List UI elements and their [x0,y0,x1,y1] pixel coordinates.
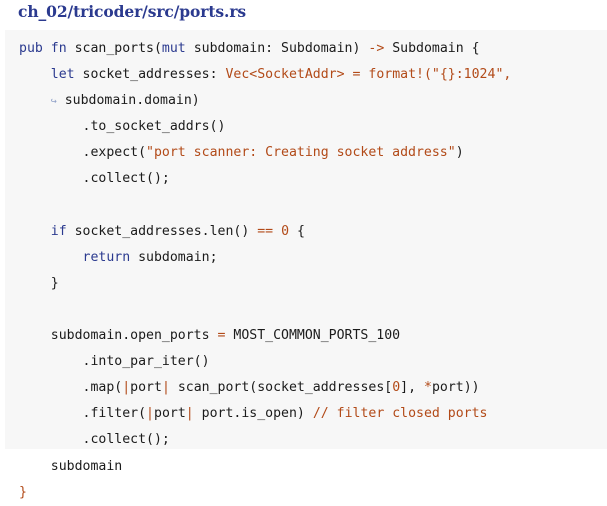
code-token: .filter( [19,406,147,422]
code-token: subdomain.open_ports [19,328,218,344]
code-token: subdomain.domain) [56,93,200,109]
code-token: return [82,249,131,265]
code-token: .into_par_iter() [19,354,210,370]
code-line-8: if socket_addresses.len() == 0 { [5,219,607,245]
code-token: { [289,223,305,239]
code-line-3: ↪ subdomain.domain) [5,88,607,114]
code-token: mut [161,41,186,56]
code-token: socket_addresses: [74,67,226,83]
code-token: Subdomain { [384,41,480,56]
code-token: .expect( [19,145,147,161]
file-title: ch_02/tricoder/src/ports.rs [18,2,247,21]
code-line-6: .collect(); [5,166,607,192]
code-line-16: .collect(); [5,427,607,453]
code-token: .map( [19,380,123,396]
code-token: ], [400,380,424,396]
code-token: 0 [281,223,290,239]
code-token: port [130,380,162,396]
code-token: ) [455,145,464,161]
code-token: } [19,275,59,291]
code-token: MOST_COMMON_PORTS_100 [225,328,401,344]
code-token: subdomain; [130,249,218,265]
code-token: 0 [392,380,401,396]
code-token: let [50,67,75,83]
code-line-1: pub fn scan_ports(mut subdomain: Subdoma… [5,36,607,62]
code-token: | [122,380,131,396]
code-token: subdomain [19,458,123,474]
code-token: } [19,484,27,500]
code-comment: // filter closed ports [312,406,488,422]
code-line-13: .into_par_iter() [5,349,607,375]
code-line-17: subdomain [5,454,607,480]
code-token: | [146,406,154,422]
code-token: .collect(); [19,171,170,187]
code-token: if [50,223,67,239]
code-token: format!("{}:1024", [368,67,512,83]
code-token: .collect(); [19,432,170,448]
code-token: port.is_open) [193,406,313,422]
code-line-2: let socket_addresses: Vec<SocketAddr> = … [5,62,607,88]
code-token: | [161,380,170,396]
code-token: port)) [431,380,480,396]
code-line-12: subdomain.open_ports = MOST_COMMON_PORTS… [5,323,607,349]
code-token: | [185,406,194,422]
page: ch_02/tricoder/src/ports.rs pub fn scan_… [0,0,607,500]
code-line-18: } [5,480,607,506]
code-token: pub fn [19,41,67,56]
code-token: -> [368,41,385,56]
code-token: port [154,406,186,422]
code-token: scan_ports( [66,41,162,56]
code-block: pub fn scan_ports(mut subdomain: Subdoma… [5,30,607,500]
code-token: Vec<SocketAddr> [225,67,345,83]
code-line-14: .map(|port| scan_port(socket_addresses[0… [5,375,607,401]
code-line-9: return subdomain; [5,245,607,271]
code-line-15: .filter(|port| port.is_open) // filter c… [5,401,607,427]
code-token: * [423,380,432,396]
code-token: == [257,223,274,239]
code-line-5: .expect("port scanner: Creating socket a… [5,140,607,166]
code-token: .to_socket_addrs() [19,119,226,135]
code-token: scan_port(socket_addresses[ [169,380,393,396]
code-token: subdomain: Subdomain) [185,41,369,56]
code-line-10: } [5,271,607,297]
code-token: "port scanner: Creating socket address" [146,145,456,161]
code-line-4: .to_socket_addrs() [5,114,607,140]
code-token: socket_addresses.len() [66,223,258,239]
